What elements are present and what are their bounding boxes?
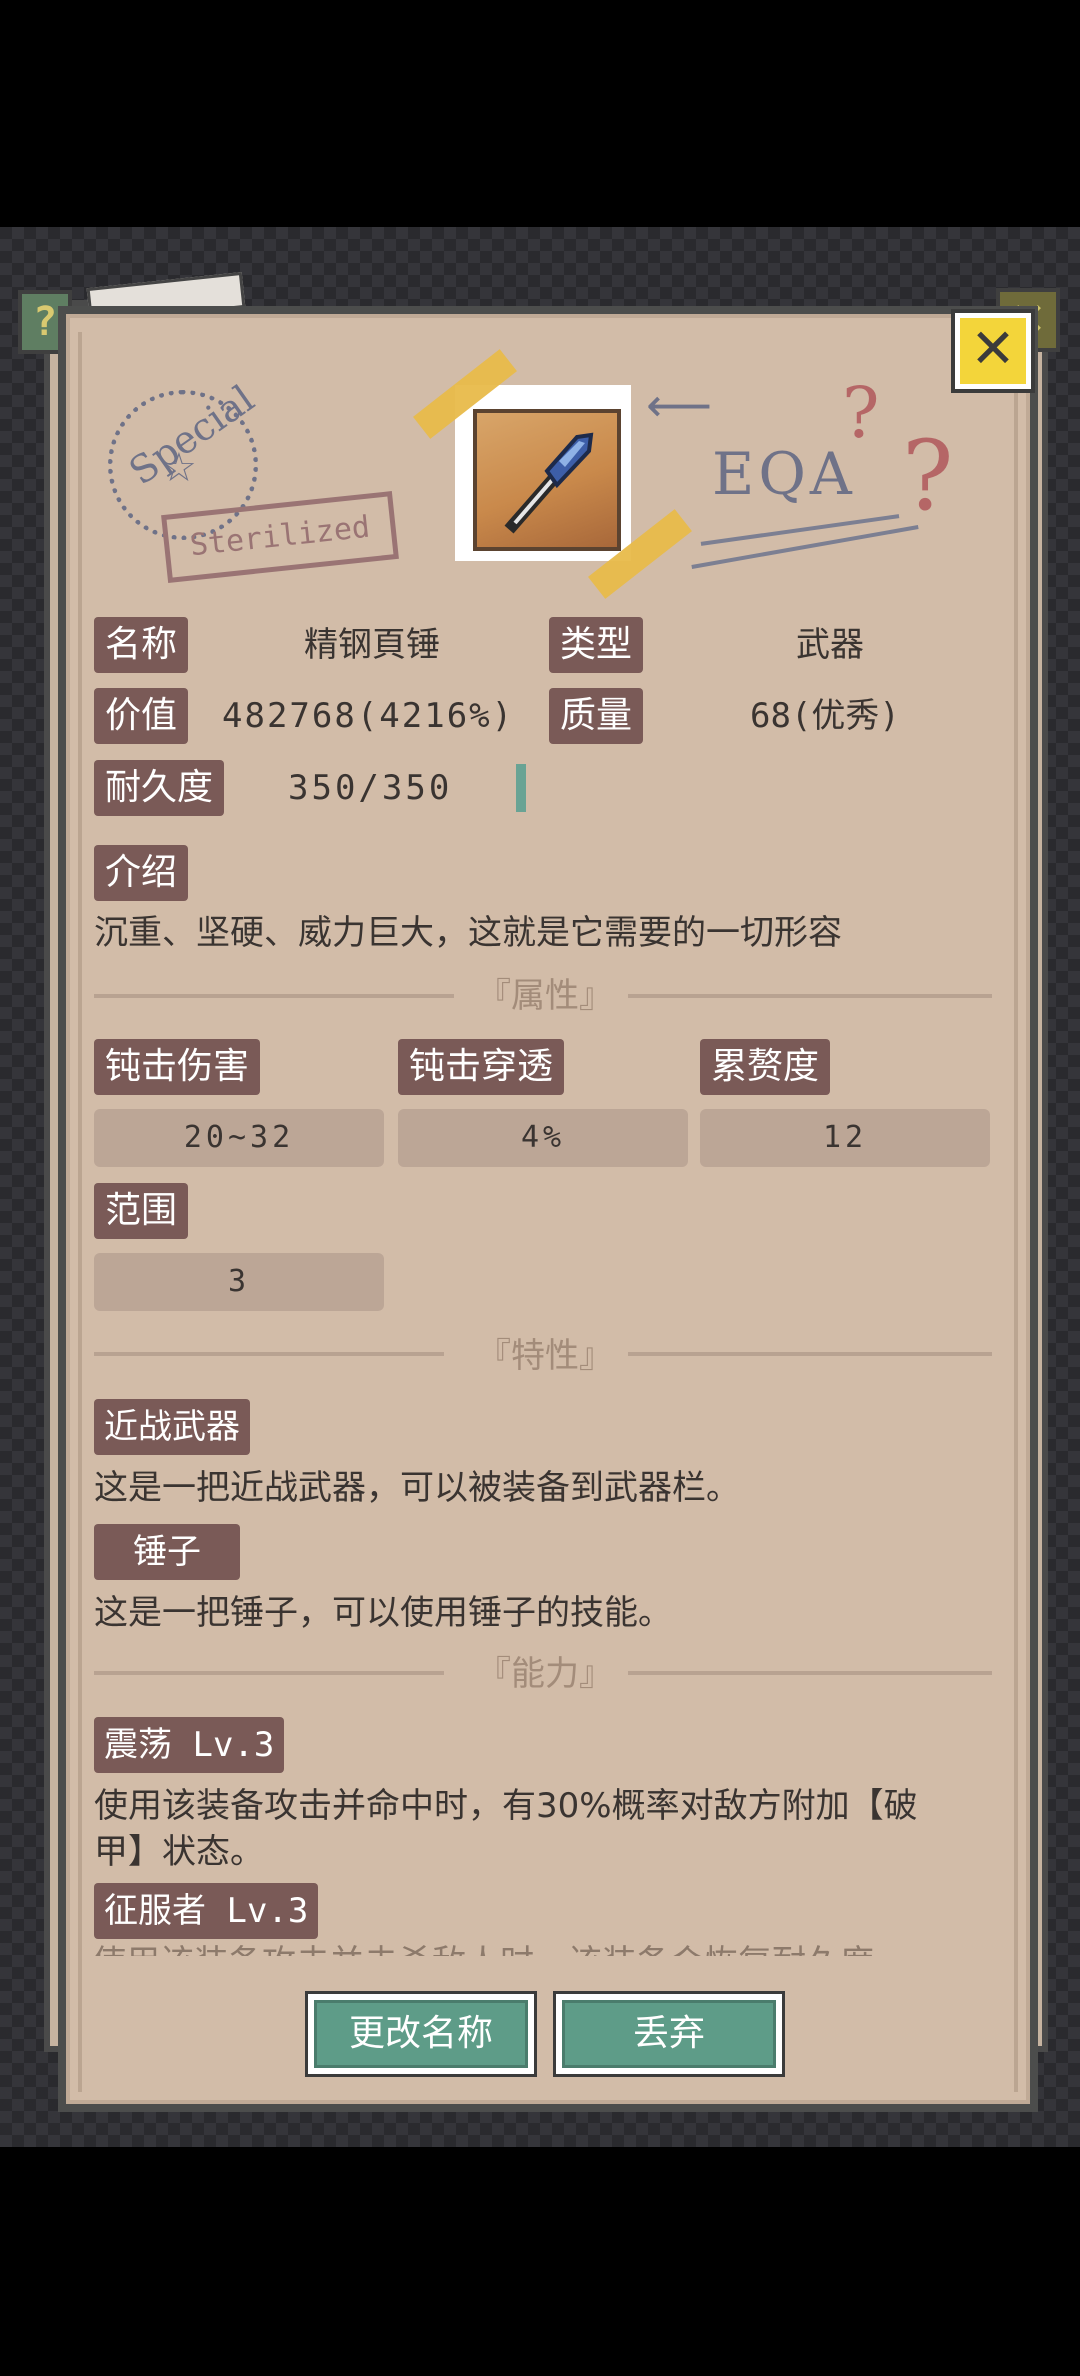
melee-weapon-text: 这是一把近战武器，可以被装备到武器栏。 [94,1468,740,1508]
blunt-damage-value: 20~32 [94,1109,384,1167]
star-icon: ☆ [161,445,197,491]
item-icon-frame [455,385,631,561]
divider-left [94,994,454,998]
quality-value: 68(优秀) [750,696,900,736]
shock-ability-text-line1: 使用该装备攻击并命中时，有30%概率对敌方附加【破 [94,1786,918,1826]
range-label: 范围 [94,1183,188,1239]
question-mark-small: ? [842,372,880,454]
rename-button[interactable]: 更改名称 [308,1994,534,2074]
name-label: 名称 [94,617,188,673]
arrow-left-icon: ⟵ [646,378,712,432]
attributes-section-title: 『属性』 [477,976,613,1016]
blunt-penetration-label: 钝击穿透 [398,1039,564,1095]
value-label: 价值 [94,688,188,744]
type-value: 武器 [796,625,864,665]
divider-right [628,994,992,998]
name-value: 精钢頁锤 [304,625,440,665]
type-label: 类型 [549,617,643,673]
item-icon-background [473,409,621,551]
shock-ability-label: 震荡 Lv.3 [94,1717,285,1773]
blue-steel-hammer-icon [504,432,594,534]
value-value: 482768(4216%) [222,696,515,736]
eqa-stamp: EQA [712,440,856,508]
intro-text: 沉重、坚硬、威力巨大，这就是它需要的一切形容 [94,913,842,953]
burden-value: 12 [700,1109,990,1167]
close-button[interactable]: ✕ [955,313,1031,389]
divider-left [94,1671,444,1675]
blunt-penetration-value: 4% [398,1109,688,1167]
conqueror-ability-label: 征服者 Lv.3 [94,1883,319,1939]
durability-bar [516,764,526,812]
durability-label: 耐久度 [94,760,224,816]
quality-label: 质量 [549,688,643,744]
abilities-section-title: 『能力』 [477,1654,613,1694]
hammer-label: 锤子 [94,1524,240,1580]
divider-left [94,1352,444,1356]
discard-button[interactable]: 丢弃 [556,1994,782,2074]
melee-weapon-label: 近战武器 [94,1399,250,1455]
divider-right [628,1352,992,1356]
question-mark-large: ? [902,420,954,532]
range-value: 3 [94,1253,384,1311]
shock-ability-text-line2: 甲】状态。 [94,1832,264,1872]
traits-section-title: 『特性』 [477,1336,613,1376]
game-screen: ? ✕ ✕ Special ☆ Sterilized ⟵ EQA ? ? 名称 … [0,0,1080,2376]
divider-right [628,1671,992,1675]
conqueror-ability-text: 使用该装备攻击并击杀敌人时，该装备会恢复耐久度。 [92,1940,908,1956]
blunt-damage-label: 钝击伤害 [94,1039,260,1095]
burden-label: 累赘度 [700,1039,830,1095]
hammer-text: 这是一把锤子，可以使用锤子的技能。 [94,1593,672,1633]
durability-value: 350/350 [288,768,453,808]
intro-label: 介绍 [94,845,188,901]
